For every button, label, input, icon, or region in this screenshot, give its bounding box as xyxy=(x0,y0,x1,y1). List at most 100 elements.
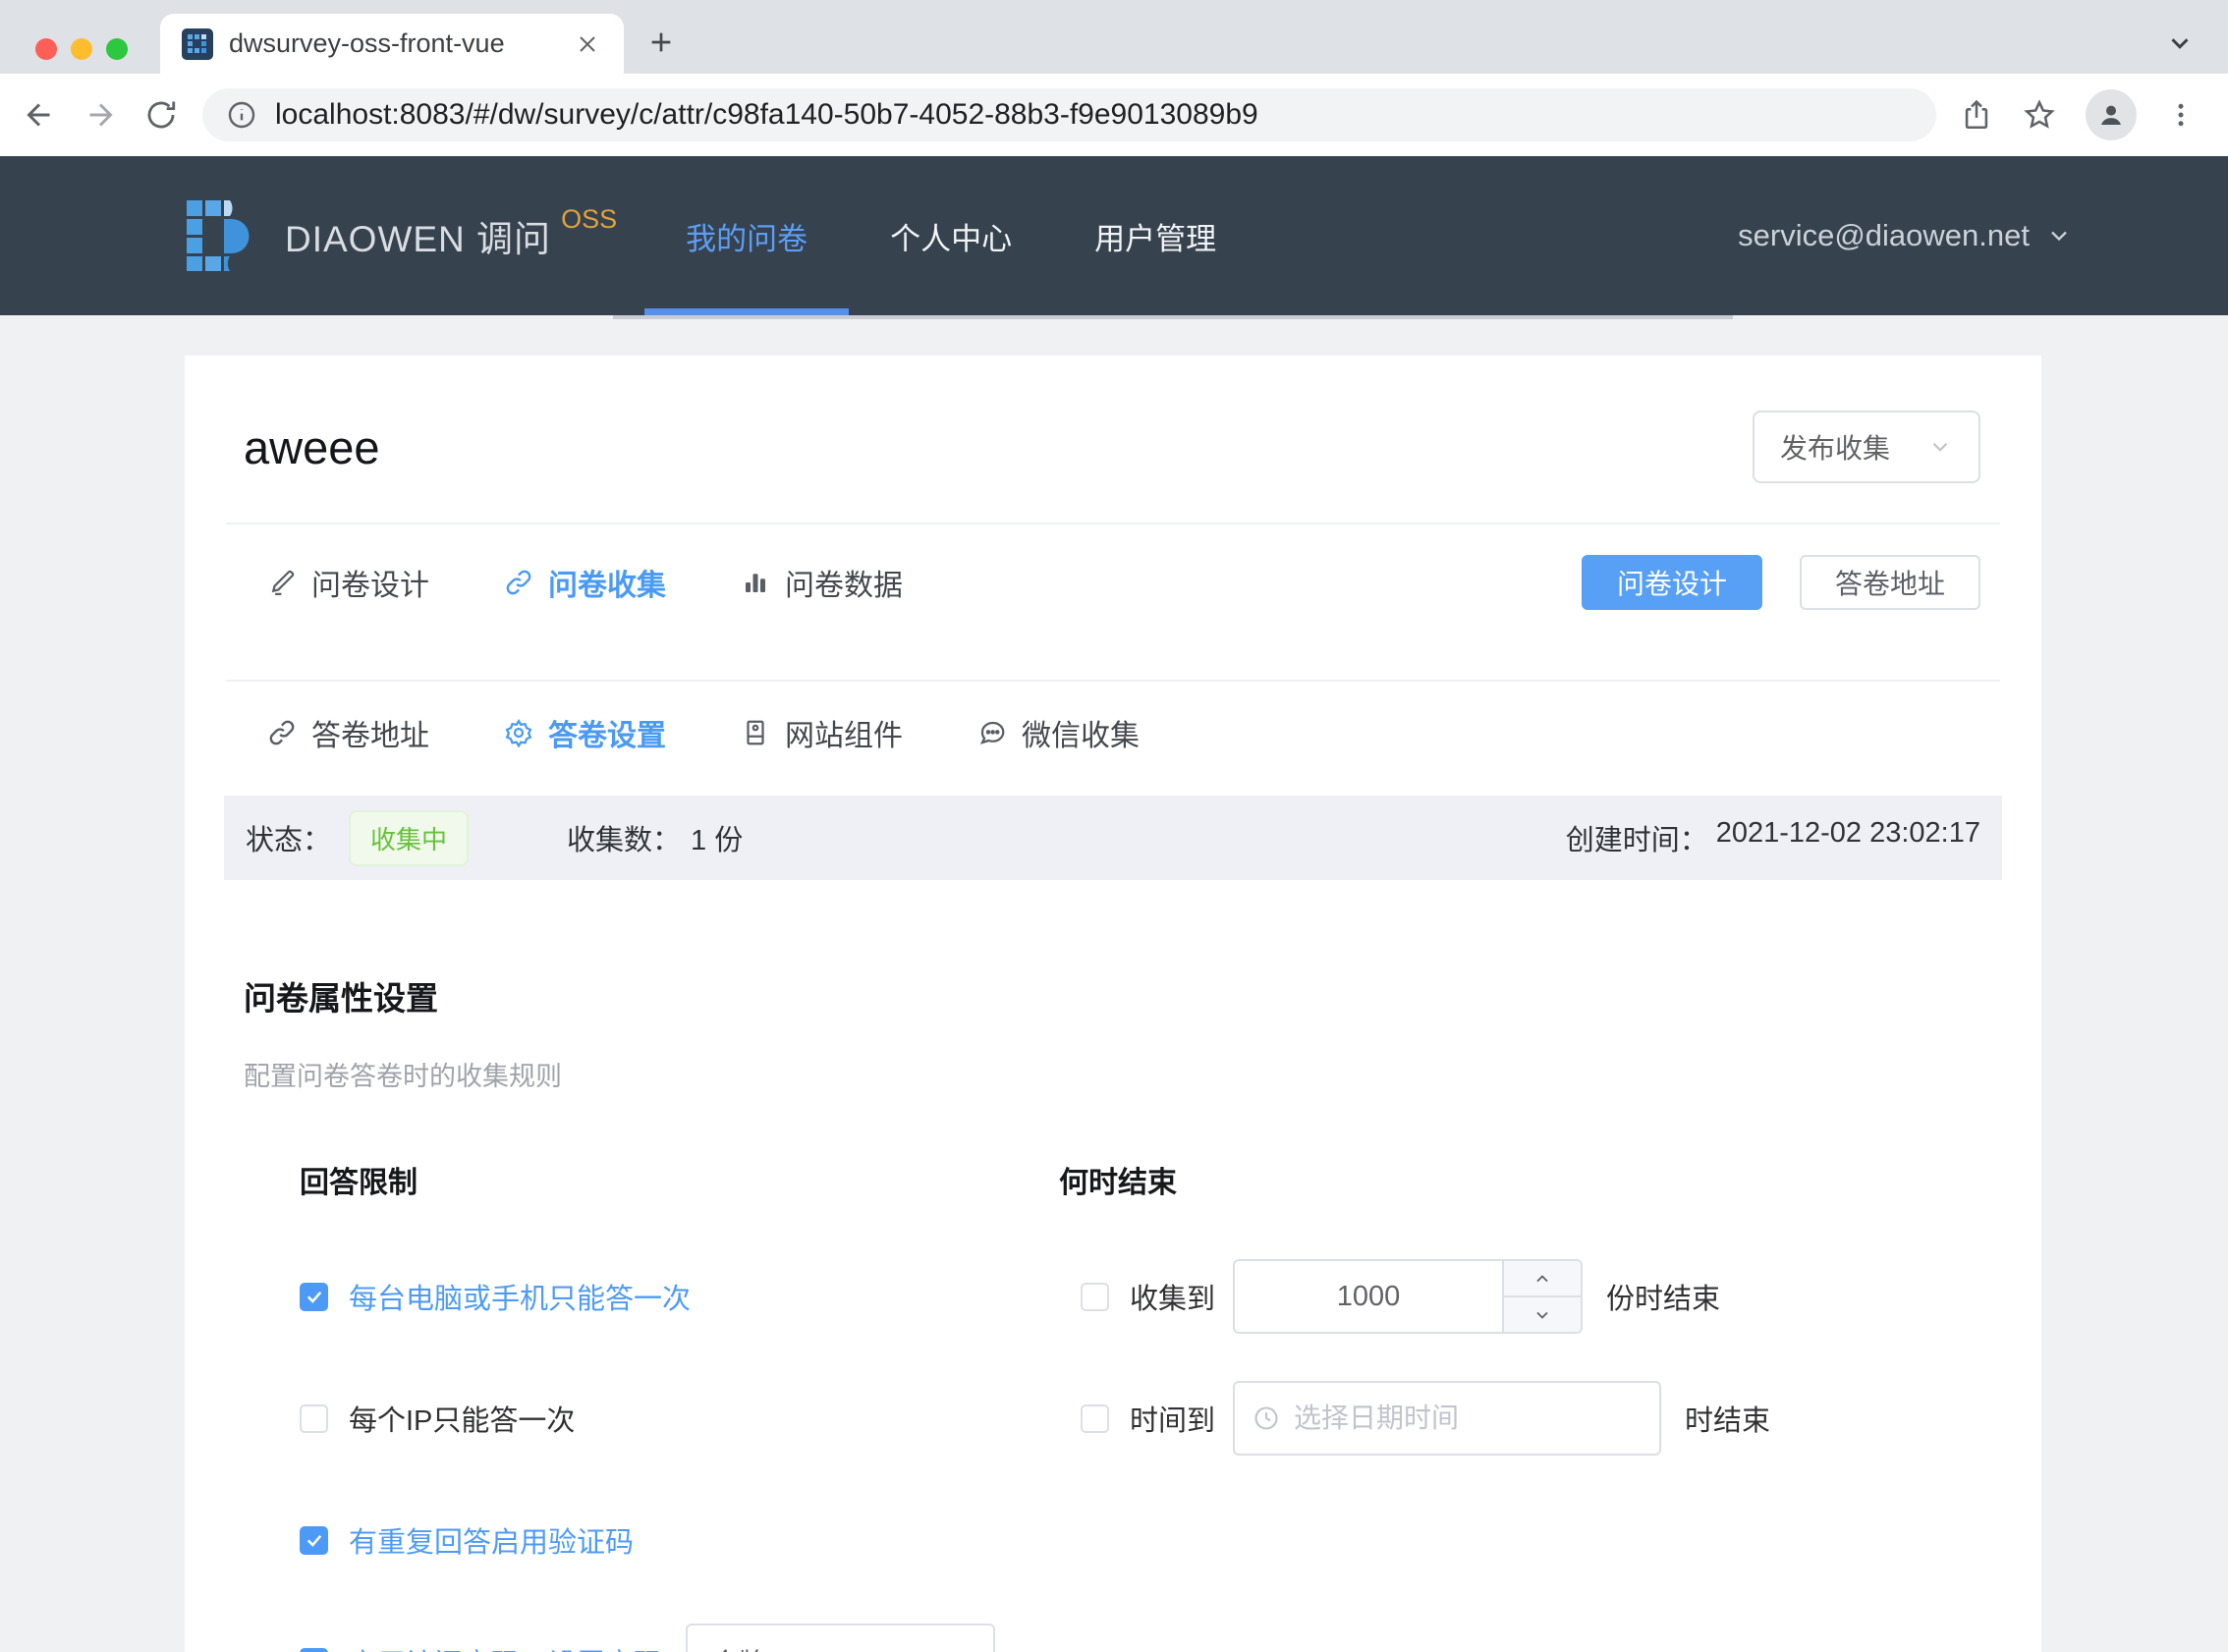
subtab-label: 答卷设置 xyxy=(548,711,666,754)
bar-chart-icon xyxy=(741,568,770,597)
datetime-picker[interactable] xyxy=(1233,1381,1661,1456)
link-icon xyxy=(504,568,533,597)
tab-title: dwsurvey-oss-front-vue xyxy=(229,28,573,59)
tab-close-icon[interactable] xyxy=(573,29,602,59)
subtab-answer-url[interactable]: 答卷地址 xyxy=(267,711,429,754)
datetime-input[interactable] xyxy=(1294,1403,1642,1434)
password-input[interactable] xyxy=(686,1624,995,1652)
settings-heading: 问卷属性设置 xyxy=(244,972,1982,1019)
count-value: 1 份 xyxy=(691,817,743,858)
subtab-answer-settings[interactable]: 答卷设置 xyxy=(504,711,666,754)
rule-prefix[interactable]: 收集到 xyxy=(1130,1276,1215,1317)
tab-label: 问卷数据 xyxy=(785,561,903,604)
favicon xyxy=(182,28,213,60)
site-info-icon[interactable] xyxy=(226,99,257,131)
zoom-window-button[interactable] xyxy=(106,38,128,60)
option-label[interactable]: 启用访问密码，设置密码 xyxy=(349,1641,662,1652)
new-tab-button[interactable] xyxy=(641,23,681,62)
collect-subtabs: 答卷地址 答卷设置 网站组件 微信收集 xyxy=(185,682,2041,784)
url-bar[interactable]: localhost:8083/#/dw/survey/c/attr/c98fa1… xyxy=(202,88,1936,141)
rule-suffix: 份时结束 xyxy=(1606,1276,1720,1317)
gear-icon xyxy=(504,718,533,747)
share-icon[interactable] xyxy=(1960,98,1993,132)
option-password: 启用访问密码，设置密码 xyxy=(300,1624,1059,1652)
option-device-once: 每台电脑或手机只能答一次 xyxy=(300,1258,1059,1335)
brand-badge: OSS xyxy=(561,204,617,235)
chevron-down-icon xyxy=(1532,1305,1552,1325)
checkbox-collect-quantity[interactable] xyxy=(1081,1283,1109,1311)
user-email: service@diaowen.net xyxy=(1738,218,2030,253)
traffic-lights xyxy=(35,38,128,60)
app-header: DIAOWEN 调问 OSS 我的问卷 个人中心 用户管理 service@di… xyxy=(0,156,2228,315)
subtab-label: 微信收集 xyxy=(1022,711,1140,754)
quantity-stepper xyxy=(1233,1259,1583,1334)
rule-prefix[interactable]: 时间到 xyxy=(1130,1398,1215,1439)
card-header: aweee 发布收集 xyxy=(185,356,2041,483)
tab-survey-data[interactable]: 问卷数据 xyxy=(741,561,903,604)
checkbox-ip-once[interactable] xyxy=(300,1404,328,1433)
bookmark-star-icon[interactable] xyxy=(2023,98,2056,132)
link-icon xyxy=(267,718,297,747)
answer-limit-title: 回答限制 xyxy=(300,1158,1059,1201)
created-label: 创建时间： xyxy=(1566,817,1708,858)
rule-end-time: 时间到 时结束 xyxy=(1059,1380,1982,1457)
brand-name: DIAOWEN 调问 xyxy=(285,209,551,262)
checkbox-captcha[interactable] xyxy=(300,1526,328,1555)
tab-survey-collect[interactable]: 问卷收集 xyxy=(504,561,666,604)
publish-select-label: 发布收集 xyxy=(1780,427,1890,467)
option-ip-once: 每个IP只能答一次 xyxy=(300,1380,1059,1457)
url-text: localhost:8083/#/dw/survey/c/attr/c98fa1… xyxy=(275,98,1258,132)
settings-subheading: 配置问卷答卷时的收集规则 xyxy=(244,1055,1982,1093)
tab-list-chevron-icon[interactable] xyxy=(2165,28,2195,58)
rule-suffix: 时结束 xyxy=(1685,1398,1770,1439)
nav-item-personal-center[interactable]: 个人中心 xyxy=(849,156,1053,315)
survey-title: aweee xyxy=(244,420,380,474)
nav-item-my-surveys[interactable]: 我的问卷 xyxy=(644,156,849,315)
header-actions: 问卷设计 答卷地址 xyxy=(1582,555,1980,610)
reload-button[interactable] xyxy=(139,93,183,137)
answer-limit-column: 回答限制 每台电脑或手机只能答一次 每个IP只能答一次 xyxy=(300,1158,1059,1652)
option-captcha: 有重复回答启用验证码 xyxy=(300,1502,1059,1578)
tab-survey-design[interactable]: 问卷设计 xyxy=(267,561,429,604)
subtab-label: 网站组件 xyxy=(785,711,903,754)
stepper-controls xyxy=(1502,1261,1581,1332)
survey-design-button[interactable]: 问卷设计 xyxy=(1582,555,1762,610)
end-rules-column: 何时结束 收集到 xyxy=(1059,1158,1982,1652)
decrement-button[interactable] xyxy=(1504,1297,1581,1332)
browser-menu-icon[interactable] xyxy=(2166,100,2196,130)
clock-icon xyxy=(1253,1404,1280,1432)
subtab-wechat-collect[interactable]: 微信收集 xyxy=(977,711,1140,754)
chevron-up-icon xyxy=(1532,1269,1552,1289)
checkbox-end-time[interactable] xyxy=(1081,1404,1109,1433)
main-nav: 我的问卷 个人中心 用户管理 xyxy=(644,156,1257,315)
profile-avatar[interactable] xyxy=(2086,89,2137,140)
browser-tab[interactable]: dwsurvey-oss-front-vue xyxy=(160,14,624,74)
back-button[interactable] xyxy=(18,93,61,137)
answer-url-button[interactable]: 答卷地址 xyxy=(1800,555,1980,610)
collect-count: 收集数： 1 份 xyxy=(567,817,743,858)
option-label[interactable]: 每台电脑或手机只能答一次 xyxy=(349,1276,691,1317)
close-window-button[interactable] xyxy=(35,38,57,60)
option-label[interactable]: 有重复回答启用验证码 xyxy=(349,1519,634,1561)
survey-tabs: 问卷设计 问卷收集 问卷数据 问卷设计 答卷地址 xyxy=(185,524,2041,640)
count-label: 收集数： xyxy=(567,817,681,858)
checkbox-password[interactable] xyxy=(300,1648,328,1652)
minimize-window-button[interactable] xyxy=(71,38,92,60)
subtab-site-widget[interactable]: 网站组件 xyxy=(741,711,903,754)
tag-icon xyxy=(741,718,770,747)
subtab-label: 答卷地址 xyxy=(311,711,429,754)
increment-button[interactable] xyxy=(1504,1261,1581,1297)
quantity-input[interactable] xyxy=(1235,1261,1502,1332)
brand[interactable]: DIAOWEN 调问 OSS xyxy=(185,198,617,273)
check-icon xyxy=(305,1287,324,1306)
created-value: 2021-12-02 23:02:17 xyxy=(1716,817,1980,858)
chevron-down-icon xyxy=(2045,222,2073,249)
checkbox-device-once[interactable] xyxy=(300,1283,328,1311)
tab-label: 问卷设计 xyxy=(311,561,429,604)
user-menu[interactable]: service@diaowen.net xyxy=(1738,218,2073,253)
publish-select[interactable]: 发布收集 xyxy=(1753,411,1980,483)
nav-item-user-management[interactable]: 用户管理 xyxy=(1053,156,1257,315)
option-label[interactable]: 每个IP只能答一次 xyxy=(349,1398,575,1439)
brand-logo xyxy=(185,198,259,273)
forward-button[interactable] xyxy=(79,93,122,137)
